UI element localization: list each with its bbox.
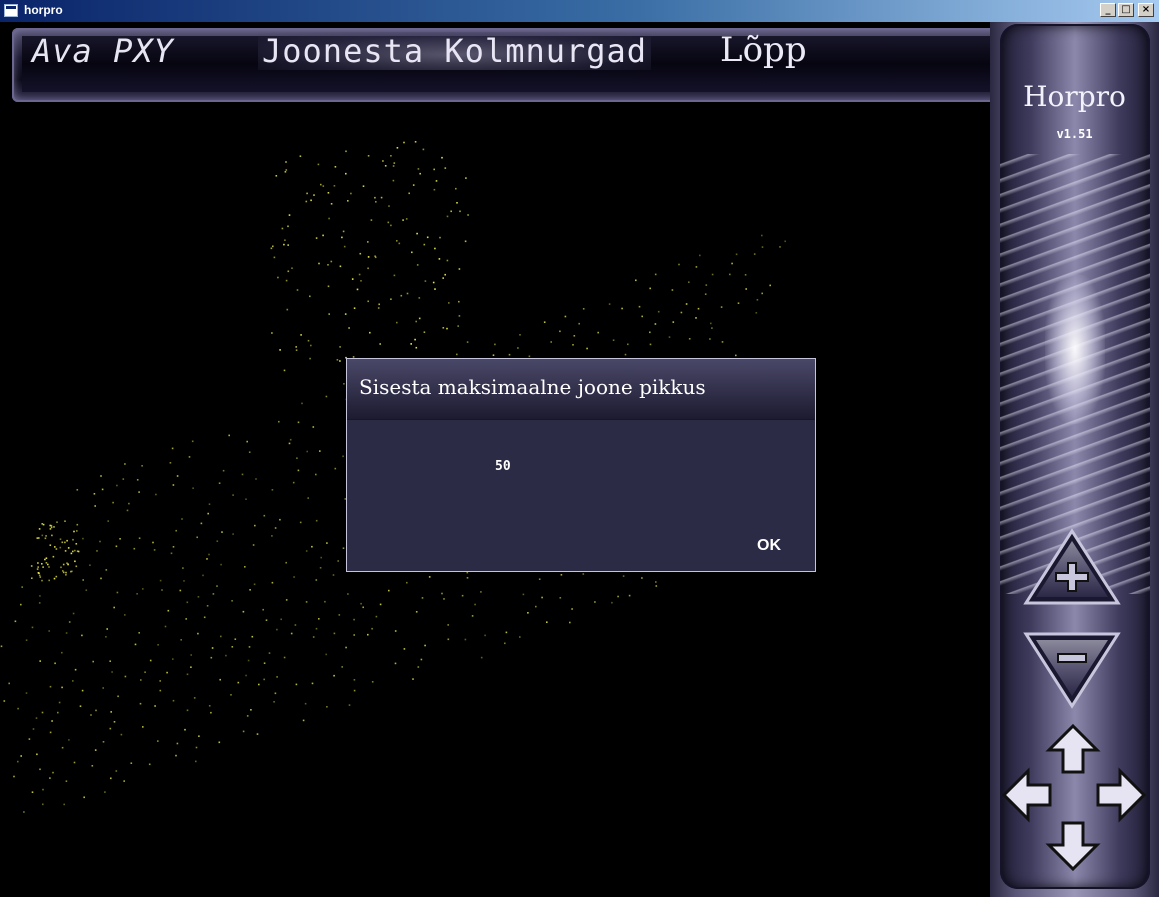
window-icon[interactable] (4, 4, 18, 17)
ok-button[interactable]: OK (757, 537, 781, 555)
control-sidebar: Horpro v1.51 (990, 22, 1159, 897)
arrow-left-icon[interactable] (1000, 767, 1056, 823)
app-window: Ava PXY Joonesta Kolmnurgad Lõpp Horpro … (0, 22, 1159, 897)
maximize-button[interactable]: □ (1118, 3, 1134, 17)
sidebar-glow (1045, 274, 1105, 424)
menu-bar: Ava PXY Joonesta Kolmnurgad Lõpp (0, 22, 1012, 110)
close-button[interactable]: × (1138, 3, 1154, 17)
max-line-length-dialog: Sisesta maksimaalne joone pikkus 50 OK (346, 358, 816, 572)
menu-item-draw-triangles[interactable]: Joonesta Kolmnurgad (258, 32, 652, 70)
zoom-out-icon[interactable] (1022, 630, 1122, 710)
dialog-title: Sisesta maksimaalne joone pikkus (359, 375, 706, 399)
dialog-titlebar: Sisesta maksimaalne joone pikkus (347, 359, 815, 420)
window-titlebar: horpro _ □ × (0, 0, 1159, 22)
arrow-down-icon[interactable] (1045, 817, 1101, 873)
menu-item-exit[interactable]: Lõpp (720, 30, 807, 70)
window-title: horpro (24, 3, 63, 17)
app-brand: Horpro (1023, 80, 1126, 113)
app-version: v1.51 (1056, 127, 1093, 141)
menu-item-open-pxy[interactable]: Ava PXY (32, 32, 174, 70)
minimize-button[interactable]: _ (1100, 3, 1116, 17)
arrow-right-icon[interactable] (1092, 767, 1148, 823)
max-line-length-input[interactable]: 50 (495, 459, 511, 474)
zoom-in-icon[interactable] (1022, 527, 1122, 607)
